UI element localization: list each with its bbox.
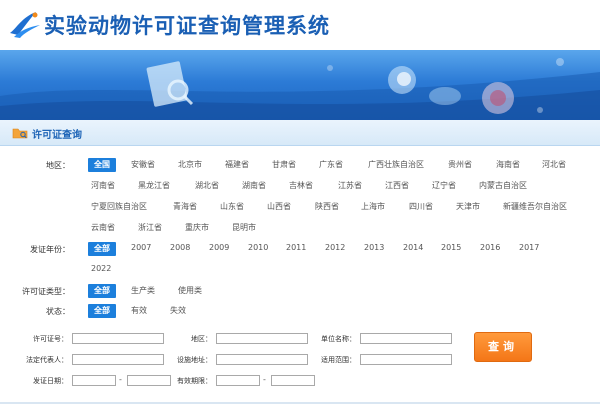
year-option[interactable]: 2014 [403,243,423,252]
region-option[interactable]: 昆明市 [232,222,256,233]
region-option[interactable]: 江西省 [385,180,409,191]
legal-rep-input[interactable] [72,354,164,365]
region-option[interactable]: 青海省 [173,201,197,212]
year-row: 2022 [0,261,600,279]
year-option[interactable]: 2015 [441,243,461,252]
facility-addr-input[interactable] [216,354,308,365]
year-option[interactable]: 全部 [88,242,116,256]
scope-label: 适用范围： [321,356,356,364]
valid-from-input[interactable] [216,375,260,386]
region-option[interactable]: 重庆市 [185,222,209,233]
region-option[interactable]: 河北省 [542,159,566,170]
status-option[interactable]: 失效 [170,305,186,316]
region-option[interactable]: 上海市 [361,201,385,212]
region-option[interactable]: 江苏省 [338,180,362,191]
region-option[interactable]: 天津市 [456,201,480,212]
status-option[interactable]: 有效 [131,305,147,316]
region-option[interactable]: 福建省 [225,159,249,170]
region-option[interactable]: 湖北省 [195,180,219,191]
region-option[interactable]: 海南省 [496,159,520,170]
year-option[interactable]: 2013 [364,243,384,252]
region-option[interactable]: 吉林省 [289,180,313,191]
license-type-option[interactable]: 使用类 [178,285,202,296]
valid-separator: - [263,375,266,384]
region-option[interactable]: 辽宁省 [432,180,456,191]
license-no-label: 许可证号： [33,335,68,343]
status-option[interactable]: 全部 [88,304,116,318]
year-row: 发证年份： 全部 2007 2008 2009 2010 2011 2012 2… [0,240,600,258]
year-option[interactable]: 2008 [170,243,190,252]
legal-rep-label: 法定代表人： [26,356,68,364]
logo-icon [10,12,40,38]
region-option[interactable]: 贵州省 [448,159,472,170]
year-option[interactable]: 2022 [91,264,111,273]
site-title: 实验动物许可证查询管理系统 [44,13,330,38]
region-row: 地区： 全国 安徽省 北京市 福建省 甘肃省 广东省 广西壮族自治区 贵州省 海… [0,156,600,174]
region-option[interactable]: 四川省 [409,201,433,212]
unit-name-input[interactable] [360,333,452,344]
banner-graphic [0,58,600,120]
region-row: 云南省 浙江省 重庆市 昆明市 [0,219,600,237]
region-option[interactable]: 北京市 [178,159,202,170]
region-input[interactable] [216,333,308,344]
region-option[interactable]: 新疆维吾尔自治区 [503,201,567,212]
region-row: 宁夏回族自治区 青海省 山东省 山西省 陕西省 上海市 四川省 天津市 新疆维吾… [0,198,600,216]
region-option[interactable]: 内蒙古自治区 [479,180,527,191]
year-option[interactable]: 2009 [209,243,229,252]
issue-date-to-input[interactable] [127,375,171,386]
license-type-row: 许可证类型： 全部 生产类 使用类 [0,282,600,300]
license-type-option[interactable]: 生产类 [131,285,155,296]
issue-date-from-input[interactable] [72,375,116,386]
region-option[interactable]: 广西壮族自治区 [368,159,424,170]
unit-name-label: 单位名称： [321,335,356,343]
region-option[interactable]: 云南省 [91,222,115,233]
region-option[interactable]: 河南省 [91,180,115,191]
valid-until-label: 有效期限： [177,377,212,385]
section-header: 许可证查询 [0,120,600,146]
facility-addr-label: 设施地址： [177,356,212,364]
region-option[interactable]: 甘肃省 [272,159,296,170]
year-option[interactable]: 2010 [248,243,268,252]
year-label: 发证年份： [30,245,70,254]
scope-input[interactable] [360,354,452,365]
region-option[interactable]: 全国 [88,158,116,172]
year-option[interactable]: 2016 [480,243,500,252]
valid-to-input[interactable] [271,375,315,386]
license-type-option[interactable]: 全部 [88,284,116,298]
region-option[interactable]: 安徽省 [131,159,155,170]
region-row: 河南省 黑龙江省 湖北省 湖南省 吉林省 江苏省 江西省 辽宁省 内蒙古自治区 [0,177,600,195]
section-title: 许可证查询 [32,130,82,141]
region-field-label: 地区： [191,335,212,343]
year-option[interactable]: 2017 [519,243,539,252]
region-option[interactable]: 山东省 [220,201,244,212]
header: 实验动物许可证查询管理系统 [0,0,600,50]
region-option[interactable]: 湖南省 [242,180,266,191]
region-option[interactable]: 山西省 [267,201,291,212]
region-option[interactable]: 陕西省 [315,201,339,212]
issue-date-label: 发证日期： [33,377,68,385]
year-option[interactable]: 2012 [325,243,345,252]
region-label: 地区： [46,161,70,170]
folder-search-icon [12,128,28,139]
year-option[interactable]: 2007 [131,243,151,252]
banner [0,50,600,120]
license-no-input[interactable] [72,333,164,344]
search-button[interactable]: 查询 [474,332,532,362]
region-option[interactable]: 黑龙江省 [138,180,170,191]
year-option[interactable]: 2011 [286,243,306,252]
status-row: 状态： 全部 有效 失效 [0,302,600,320]
region-option[interactable]: 宁夏回族自治区 [91,201,147,212]
status-label: 状态： [46,307,70,316]
license-type-label: 许可证类型： [22,287,70,296]
region-option[interactable]: 广东省 [319,159,343,170]
region-option[interactable]: 浙江省 [138,222,162,233]
issue-date-separator: - [119,375,122,384]
